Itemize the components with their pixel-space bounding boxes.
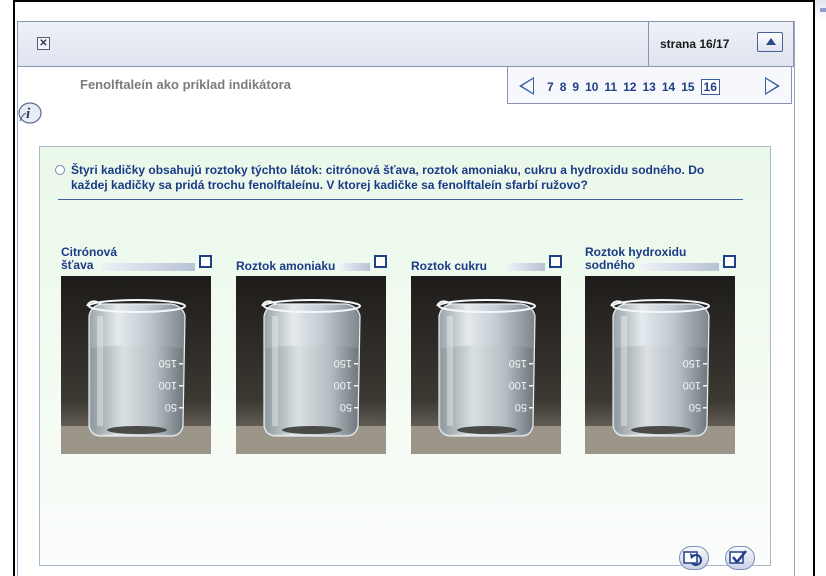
label-bar	[641, 263, 719, 271]
triangle-up-icon	[766, 38, 776, 45]
beaker-marking: 50	[165, 401, 177, 413]
reset-button[interactable]	[679, 546, 709, 570]
question-bullet	[55, 165, 65, 175]
page-link[interactable]: 15	[681, 80, 694, 94]
beaker-marking: 150	[334, 357, 352, 369]
window-border-right	[813, 0, 815, 576]
page-link[interactable]: 12	[623, 80, 636, 94]
right-edge-mark	[820, 8, 826, 12]
beaker-marking: 50	[689, 401, 701, 413]
page-link[interactable]: 10	[585, 80, 598, 94]
answer-option: Roztok amoniaku 150 100 50	[236, 246, 389, 454]
beaker-marking: 50	[340, 401, 352, 413]
beaker-image: 150 100 50	[411, 276, 561, 454]
page-indicator: strana 16/17	[660, 37, 730, 51]
option-checkbox[interactable]	[723, 255, 736, 268]
reload-icon	[683, 551, 702, 566]
beaker-marking: 100	[509, 379, 527, 391]
arrow-left-icon[interactable]	[519, 77, 534, 95]
toolbar-divider	[648, 22, 649, 66]
page-title: Fenolftaleín ako príklad indikátora	[80, 77, 291, 92]
page-link[interactable]: 7	[547, 80, 554, 94]
beaker-marking: 100	[334, 379, 352, 391]
page-link[interactable]: 13	[642, 80, 655, 94]
beaker-marking: 150	[683, 357, 701, 369]
page-link[interactable]: 8	[560, 80, 567, 94]
label-bar	[507, 263, 545, 271]
question-divider	[58, 199, 743, 200]
beaker-marking: 100	[159, 379, 177, 391]
scroll-up-button[interactable]	[757, 32, 783, 52]
answer-option: Citrónová šťava 150 100 50	[61, 246, 214, 454]
beaker-marking: 100	[683, 379, 701, 391]
checkmark-icon	[729, 550, 747, 564]
info-icon[interactable]: i	[16, 101, 42, 125]
check-answer-button[interactable]	[725, 546, 755, 570]
current-page: 16	[700, 79, 720, 95]
page-link[interactable]: 9	[572, 80, 579, 94]
label-bar	[101, 263, 195, 271]
beaker-marking: 50	[515, 401, 527, 413]
close-icon[interactable]: ✕	[37, 37, 50, 50]
beaker-image: 150 100 50	[585, 276, 735, 454]
label-bar	[340, 263, 370, 271]
beaker-marking: 150	[159, 357, 177, 369]
page-number-list: 7 8 9 10 11 12 13 14 15 16	[547, 79, 720, 95]
window-border-left	[13, 0, 15, 576]
option-checkbox[interactable]	[199, 255, 212, 268]
page-link[interactable]: 11	[604, 80, 617, 94]
arrow-right-icon[interactable]	[765, 77, 780, 95]
option-checkbox[interactable]	[374, 255, 387, 268]
beaker-image: 150 100 50	[61, 276, 211, 454]
page-link[interactable]: 14	[662, 80, 675, 94]
window-border-top	[13, 0, 815, 2]
answer-option: Roztok cukru 150 100 50	[411, 246, 564, 454]
answer-option: Roztok hydroxidu sodného 150 100 50	[585, 246, 738, 454]
beaker-image: 150 100 50	[236, 276, 386, 454]
question-text: Štyri kadičky obsahujú roztoky týchto lá…	[71, 163, 705, 192]
option-checkbox[interactable]	[549, 255, 562, 268]
beaker-marking: 150	[509, 357, 527, 369]
